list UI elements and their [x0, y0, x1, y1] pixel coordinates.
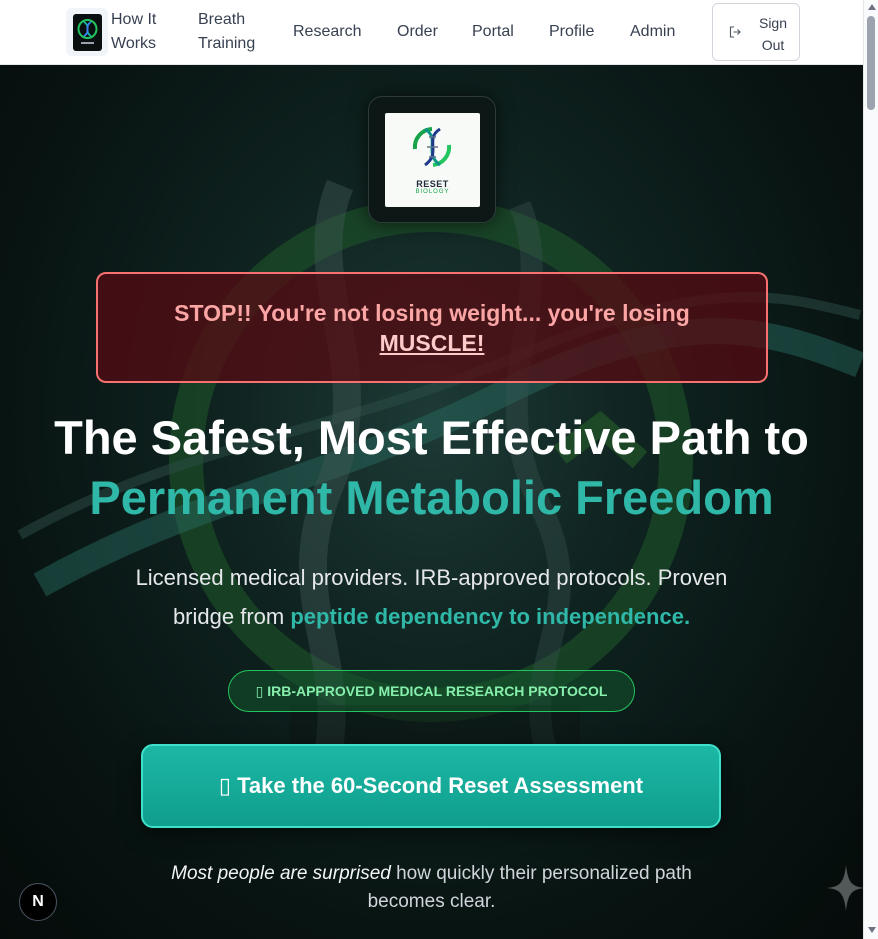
- scroll-up-arrow-icon[interactable]: [868, 4, 876, 10]
- home-logo-button[interactable]: [66, 8, 108, 56]
- alert-emphasis: MUSCLE!: [379, 330, 485, 356]
- footnote-emphasis: Most people are surprised: [171, 863, 391, 884]
- footnote-line-1: Most people are surprised how quickly th…: [0, 860, 863, 888]
- nav-order[interactable]: Order: [397, 20, 438, 44]
- brand-logo-icon: [412, 127, 452, 167]
- irb-badge: ▯ IRB-APPROVED MEDICAL RESEARCH PROTOCOL: [228, 670, 635, 712]
- assessment-cta-button[interactable]: ▯ Take the 60-Second Reset Assessment: [141, 744, 721, 828]
- sign-out-button[interactable]: Sign Out: [712, 3, 800, 61]
- clipboard-icon: ▯: [218, 773, 238, 798]
- subheadline-accent: peptide dependency to independence.: [290, 604, 691, 629]
- scroll-down-arrow-icon[interactable]: [868, 927, 876, 933]
- subheadline-line-1: Licensed medical providers. IRB-approved…: [135, 565, 728, 590]
- brand-name: RESET: [416, 179, 449, 189]
- dev-tools-button[interactable]: N: [19, 883, 57, 921]
- shield-icon: ▯: [255, 683, 268, 699]
- hero-section: RESET BIOLOGY STOP!! You're not losing w…: [0, 65, 863, 939]
- logo-icon: [72, 13, 102, 51]
- scroll-thumb[interactable]: [867, 16, 875, 110]
- headline-line-2: Permanent Metabolic Freedom: [89, 471, 774, 524]
- subheadline-prefix: bridge from: [172, 604, 291, 629]
- subheadline-line-2: bridge from peptide dependency to indepe…: [0, 601, 863, 633]
- sign-out-icon: [729, 26, 741, 38]
- page-scrollbar[interactable]: [863, 0, 878, 939]
- alert-text: STOP!! You're not losing weight... you'r…: [174, 300, 690, 326]
- nav-admin[interactable]: Admin: [630, 20, 675, 44]
- nav-how-it-works[interactable]: How It Works: [111, 8, 191, 56]
- brand-card: RESET BIOLOGY: [368, 96, 496, 223]
- footnote-rest: how quickly their personalized path: [390, 863, 692, 884]
- warning-alert: STOP!! You're not losing weight... you'r…: [96, 272, 768, 383]
- nav-breath-training[interactable]: Breath Training: [198, 8, 278, 56]
- brand-logo: RESET BIOLOGY: [385, 113, 480, 207]
- nav-research[interactable]: Research: [293, 20, 361, 44]
- nav-portal[interactable]: Portal: [472, 20, 514, 44]
- nav-profile[interactable]: Profile: [549, 20, 594, 44]
- brand-tagline: BIOLOGY: [415, 189, 450, 195]
- headline-line-1: The Safest, Most Effective Path to: [54, 411, 809, 464]
- footnote-line-2: becomes clear.: [367, 891, 496, 912]
- top-nav: How It Works Breath Training Research Or…: [0, 0, 863, 65]
- badge-text: IRB-APPROVED MEDICAL RESEARCH PROTOCOL: [267, 683, 608, 699]
- sign-out-label: Sign Out: [758, 15, 788, 53]
- cta-label: Take the 60-Second Reset Assessment: [237, 773, 644, 798]
- sparkle-icon: [826, 865, 863, 911]
